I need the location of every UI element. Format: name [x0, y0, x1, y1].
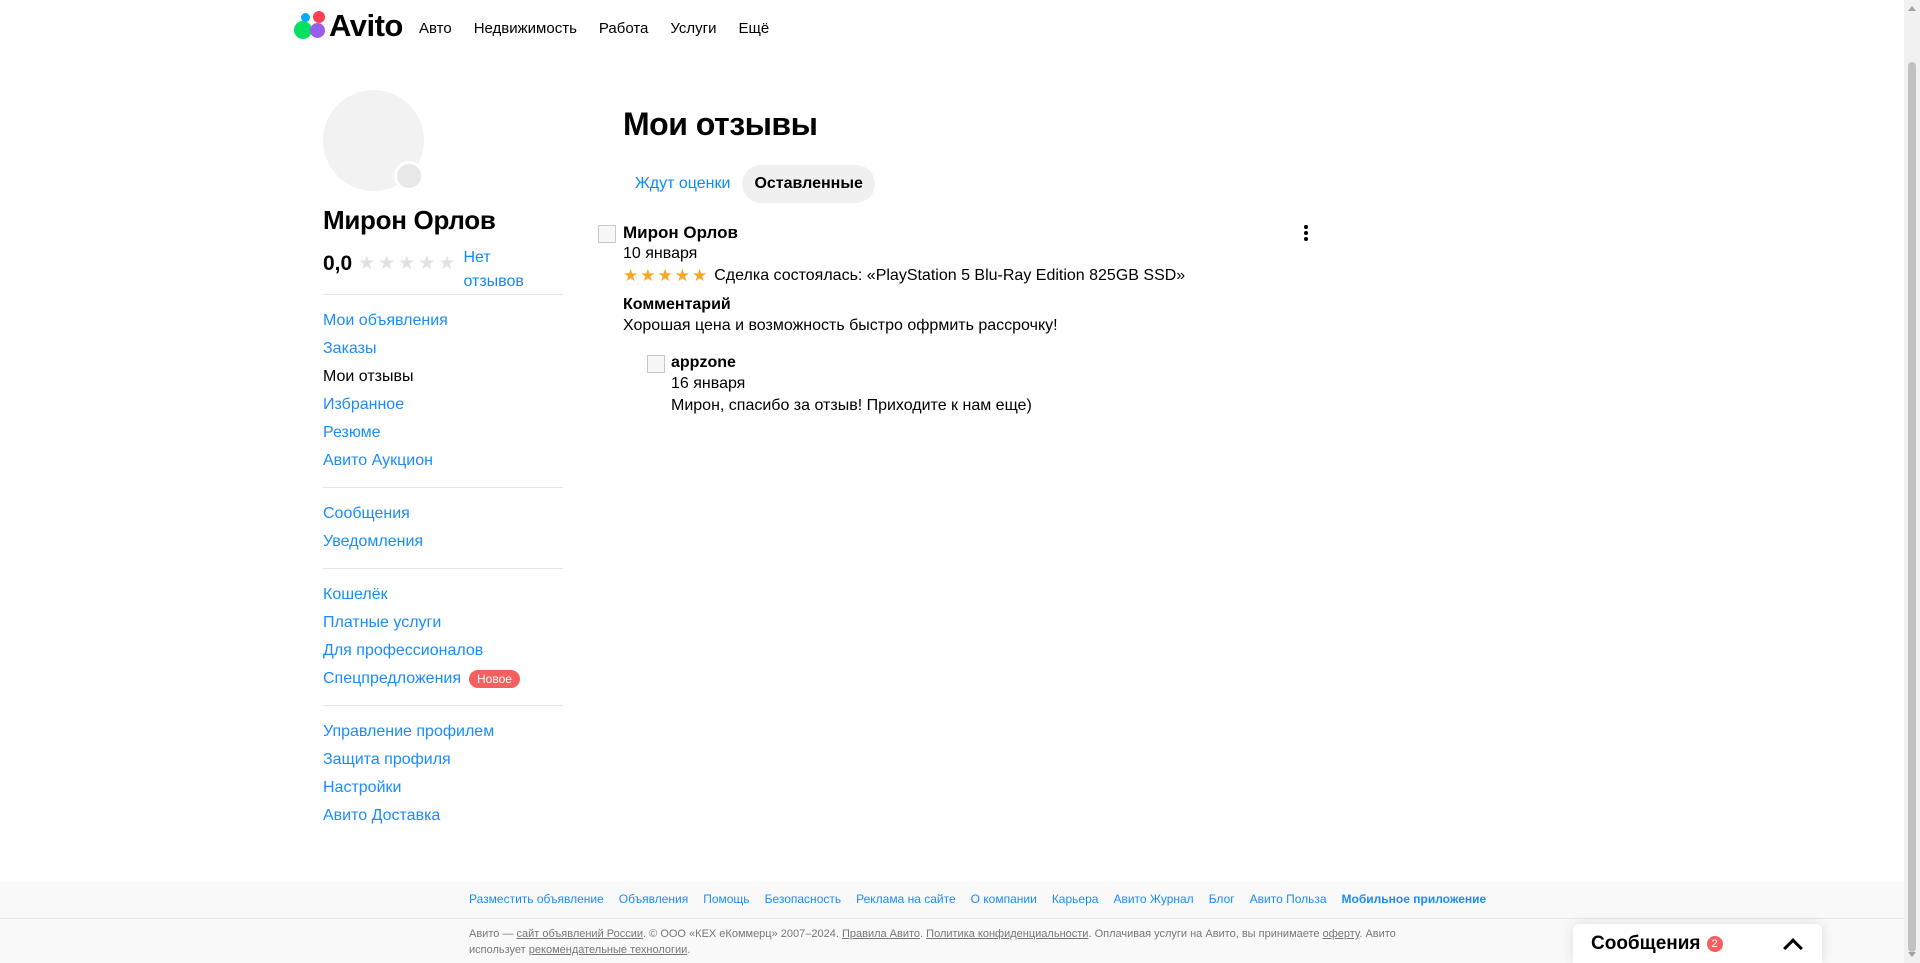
footer-link-help[interactable]: Помощь [703, 892, 749, 906]
footer-link-blog[interactable]: Блог [1209, 892, 1235, 906]
seller-name: appzone [671, 354, 736, 371]
sidebar-item-label: Спецпредложения [323, 670, 461, 687]
menu-group-communication: Сообщения Уведомления [323, 487, 563, 568]
reply-date: 16 января [671, 375, 746, 392]
chevron-up-icon[interactable] [1783, 937, 1803, 958]
star-empty-icon: ★ [398, 253, 416, 274]
nav-auto[interactable]: Авто [419, 20, 452, 37]
deal-text: Сделка состоялась: «PlayStation 5 Blu-Ra… [714, 267, 1186, 284]
page-scrollbar[interactable] [1904, 0, 1920, 963]
sidebar-item-resume[interactable]: Резюме [323, 419, 563, 447]
menu-group-settings: Управление профилем Защита профиля Настр… [323, 705, 563, 830]
profile-name: Мирон Орлов [323, 205, 496, 235]
legal-link-rules[interactable]: Правила Авито [842, 928, 920, 940]
more-options-icon[interactable] [1303, 225, 1309, 241]
star-empty-icon: ★ [358, 253, 376, 274]
seller-reply: appzone 16 января Мирон, спасибо за отзы… [647, 353, 1323, 417]
sidebar-item-profile-security[interactable]: Защита профиля [323, 746, 563, 774]
footer-link-advertising[interactable]: Реклама на сайте [856, 892, 956, 906]
footer-link-about[interactable]: О компании [971, 892, 1037, 906]
rating-score: 0,0 [323, 252, 353, 275]
sidebar-item-notifications[interactable]: Уведомления [323, 528, 563, 556]
sidebar-item-my-reviews[interactable]: Мои отзывы [323, 363, 563, 391]
reviewer-name: Мирон Орлов [623, 223, 738, 242]
unread-count-badge: 2 [1706, 935, 1723, 952]
messages-widget[interactable]: Сообщения 2 [1573, 924, 1822, 963]
top-nav: Авто Недвижимость Работа Услуги Ещё [419, 20, 791, 37]
new-badge: Новое [469, 670, 520, 688]
sidebar-item-favorites[interactable]: Избранное [323, 391, 563, 419]
sidebar-item-wallet[interactable]: Кошелёк [323, 581, 563, 609]
scroll-thumb[interactable] [1908, 62, 1916, 952]
star-filled-icon: ★ [623, 266, 639, 285]
sidebar-item-special-offers[interactable]: Спецпредложения Новое [323, 665, 563, 693]
rating-row: 0,0 ★ ★ ★ ★ ★ Нет отзывов [323, 248, 563, 294]
footer-links: Разместить объявление Объявления Помощь … [469, 892, 1486, 906]
sidebar-item-profile-management[interactable]: Управление профилем [323, 718, 563, 746]
review-stars: ★ ★ ★ ★ ★ [623, 265, 707, 287]
legal-link-privacy[interactable]: Политика конфиденциальности [926, 928, 1088, 940]
page-title: Мои отзывы [623, 106, 818, 142]
star-empty-icon: ★ [418, 253, 436, 274]
avatar-status-icon [394, 161, 424, 191]
footer-divider [0, 918, 1904, 919]
nav-more[interactable]: Ещё [739, 20, 770, 37]
star-filled-icon: ★ [674, 266, 690, 285]
comment-heading: Комментарий [623, 296, 731, 313]
main-content: Мои отзывы Ждут оценки Оставленные Мирон… [598, 104, 1323, 417]
reviewer-avatar [598, 225, 616, 243]
footer-link-post-ad[interactable]: Разместить объявление [469, 892, 604, 906]
reply-text: Мирон, спасибо за отзыв! Приходите к нам… [671, 397, 1032, 414]
profile-sidebar: Мирон Орлов 0,0 ★ ★ ★ ★ ★ Нет отзывов Мо… [323, 90, 563, 830]
review-date: 10 января [623, 245, 698, 262]
nav-jobs[interactable]: Работа [599, 20, 649, 37]
star-empty-icon: ★ [378, 253, 396, 274]
footer-link-journal[interactable]: Авито Журнал [1113, 892, 1193, 906]
star-empty-icon: ★ [438, 253, 456, 274]
footer-link-benefit[interactable]: Авито Польза [1250, 892, 1327, 906]
sidebar-item-settings[interactable]: Настройки [323, 774, 563, 802]
logo-text: Avito [329, 7, 403, 43]
sidebar-item-paid-services[interactable]: Платные услуги [323, 609, 563, 637]
star-filled-icon: ★ [657, 266, 673, 285]
review-tabs: Ждут оценки Оставленные [623, 165, 1323, 203]
nav-services[interactable]: Услуги [670, 20, 716, 37]
legal-link-offer[interactable]: оферту [1323, 928, 1360, 940]
footer-link-career[interactable]: Карьера [1052, 892, 1099, 906]
sidebar-item-orders[interactable]: Заказы [323, 335, 563, 363]
sidebar-item-for-pros[interactable]: Для профессионалов [323, 637, 563, 665]
legal-link-site[interactable]: сайт объявлений России [516, 928, 643, 940]
footer-link-security[interactable]: Безопасность [765, 892, 842, 906]
sidebar-item-my-ads[interactable]: Мои объявления [323, 307, 563, 335]
menu-group-finance: Кошелёк Платные услуги Для профессионало… [323, 568, 563, 705]
footer-link-ads[interactable]: Объявления [619, 892, 688, 906]
rating-stars: ★ ★ ★ ★ ★ [358, 254, 455, 273]
scroll-up-icon[interactable] [1908, 6, 1916, 11]
star-filled-icon: ★ [692, 266, 708, 285]
nav-realty[interactable]: Недвижимость [474, 20, 577, 37]
review-card: Мирон Орлов 10 января ★ ★ ★ ★ ★ Сделка с… [598, 223, 1323, 417]
sidebar-item-messages[interactable]: Сообщения [323, 500, 563, 528]
messages-title: Сообщения [1591, 932, 1701, 954]
tab-left[interactable]: Оставленные [742, 165, 875, 203]
star-filled-icon: ★ [640, 266, 656, 285]
sidebar-item-delivery[interactable]: Авито Доставка [323, 802, 563, 830]
avito-logo[interactable]: Avito [293, 9, 403, 41]
comment-text: Хорошая цена и возможность быстро офрмит… [623, 317, 1058, 334]
menu-group-main: Мои объявления Заказы Мои отзывы Избранн… [323, 294, 563, 487]
no-reviews-link[interactable]: Нет отзывов [463, 246, 533, 294]
review-rating-line: ★ ★ ★ ★ ★ Сделка состоялась: «PlayStatio… [623, 265, 1323, 287]
scroll-down-icon[interactable] [1908, 952, 1916, 957]
avatar[interactable] [323, 90, 424, 191]
logo-dots-icon [293, 9, 327, 41]
footer-legal: Авито — сайт объявлений России. © ООО «К… [469, 928, 1396, 956]
legal-link-recommendations[interactable]: рекомендательные технологии [529, 944, 688, 956]
header: Avito Авто Недвижимость Работа Услуги Ещ… [0, 0, 1904, 60]
footer-link-mobile-app[interactable]: Мобильное приложение [1342, 892, 1487, 906]
tab-awaiting[interactable]: Ждут оценки [623, 165, 742, 203]
seller-avatar [647, 355, 665, 373]
sidebar-item-auction[interactable]: Авито Аукцион [323, 447, 563, 475]
